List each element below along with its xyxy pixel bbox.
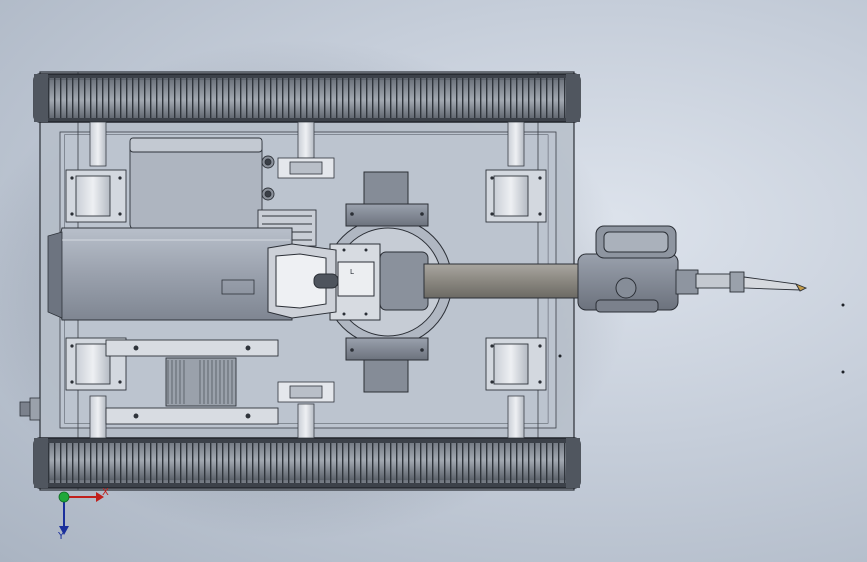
robot-assembly-drawing[interactable]	[0, 0, 867, 562]
triad-y-label: Y	[58, 531, 65, 542]
triad-x-label: X	[102, 487, 109, 498]
track-top[interactable]	[33, 73, 581, 123]
cad-viewport[interactable]: L X Y	[0, 0, 867, 562]
marker-letter: L	[350, 268, 354, 276]
track-bottom[interactable]	[33, 437, 581, 489]
arm-tube[interactable]	[423, 263, 585, 299]
main-tank[interactable]	[47, 227, 293, 321]
coordinate-triad	[58, 491, 104, 535]
end-effector-torch[interactable]	[675, 269, 808, 295]
